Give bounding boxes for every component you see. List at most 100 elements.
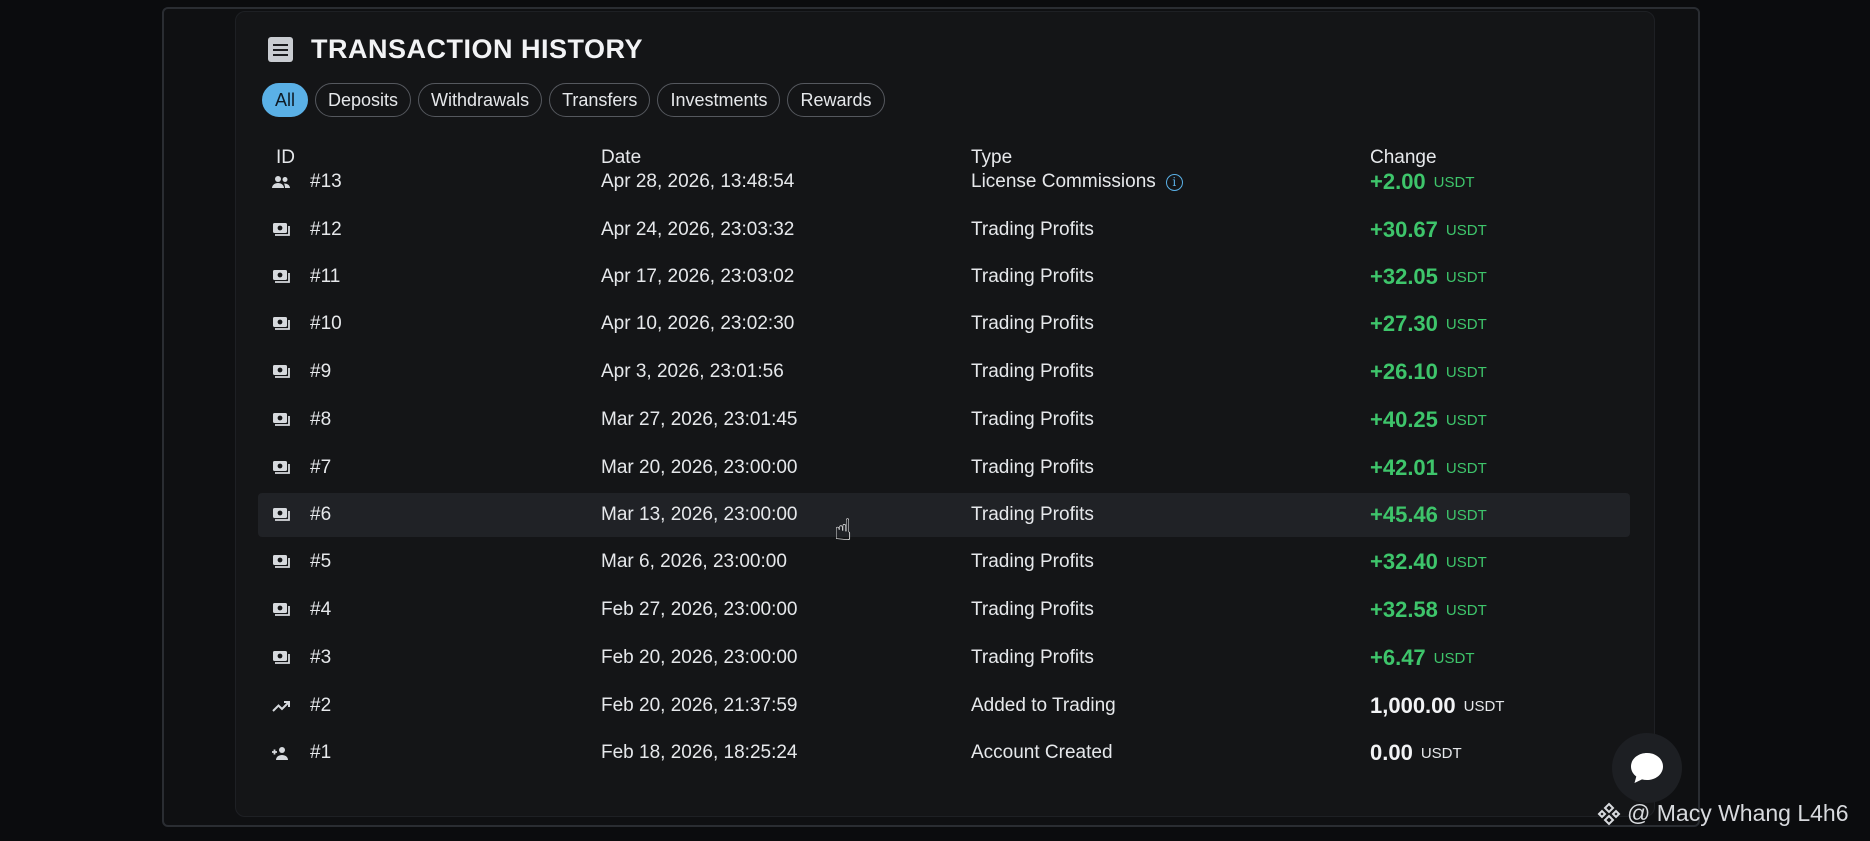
transaction-type-cell: Trading Profits (971, 446, 1094, 490)
change-unit: USDT (1445, 553, 1487, 571)
table-row[interactable]: #4 Feb 27, 2026, 23:00:00 Trading Profits +… (258, 588, 1630, 632)
cash-icon (272, 636, 292, 680)
table-row[interactable]: #7 Mar 20, 2026, 23:00:00 Trading Profits +… (258, 446, 1630, 490)
transaction-id: #11 (310, 266, 341, 287)
transaction-type: Trading Profits (971, 266, 1094, 287)
filter-tabs: All Deposits Withdrawals Transfers Inves… (262, 83, 885, 117)
change-amount: +30.67 (1370, 217, 1438, 242)
cash-icon (272, 588, 292, 632)
change-amount: +45.46 (1370, 502, 1438, 527)
change-amount: +32.05 (1370, 264, 1438, 289)
change-unit: USDT (1445, 506, 1487, 524)
table-row[interactable]: #9 Apr 3, 2026, 23:01:56 Trading Profits +2… (258, 350, 1630, 394)
filter-all[interactable]: All (262, 83, 309, 117)
transaction-date: Apr 28, 2026, 13:48:54 (601, 171, 795, 192)
change-amount: +32.40 (1370, 549, 1438, 574)
transaction-date: Feb 20, 2026, 21:37:59 (601, 695, 798, 716)
change-amount: +26.10 (1370, 359, 1438, 384)
transaction-id: #8 (310, 409, 332, 430)
transaction-type: License Commissions (971, 171, 1156, 192)
transaction-change: 1,000.00 USDT (1370, 684, 1504, 728)
chat-button[interactable] (1612, 733, 1682, 803)
change-amount: +40.25 (1370, 407, 1438, 432)
filter-transfers[interactable]: Transfers (549, 83, 651, 117)
change-unit: USDT (1433, 649, 1475, 667)
filter-deposits[interactable]: Deposits (315, 83, 412, 117)
transaction-type-cell: Trading Profits (971, 302, 1094, 346)
filter-investments[interactable]: Investments (657, 83, 781, 117)
transaction-change: +27.30 USDT (1370, 302, 1487, 346)
cash-icon (272, 208, 292, 252)
change-amount: +42.01 (1370, 455, 1438, 480)
cash-icon (272, 540, 292, 584)
transaction-change: +32.05 USDT (1370, 255, 1487, 299)
change-unit: USDT (1445, 315, 1487, 333)
cash-icon (272, 493, 292, 537)
transaction-type-cell: Trading Profits (971, 208, 1094, 252)
transaction-change: 0.00 USDT (1370, 731, 1462, 775)
transaction-change: +30.67 USDT (1370, 208, 1487, 252)
watermark: @ Macy Whang L4h6 (1597, 800, 1849, 827)
table-row[interactable]: #6 Mar 13, 2026, 23:00:00 Trading Profits +… (258, 493, 1630, 537)
transaction-date: Apr 3, 2026, 23:01:56 (601, 361, 784, 382)
table-row[interactable]: #5 Mar 6, 2026, 23:00:00 Trading Profits +3… (258, 540, 1630, 584)
transaction-change: +45.46 USDT (1370, 493, 1487, 537)
binance-logo-icon (1597, 802, 1621, 825)
transaction-id: #5 (310, 551, 332, 572)
transaction-type: Added to Trading (971, 695, 1116, 716)
transaction-type: Trading Profits (971, 457, 1094, 478)
change-unit: USDT (1445, 411, 1487, 429)
list-icon (268, 37, 293, 62)
transaction-date: Feb 18, 2026, 18:25:24 (601, 742, 798, 763)
change-unit: USDT (1445, 459, 1487, 477)
table-row[interactable]: #2 Feb 20, 2026, 21:37:59 Added to Trading… (258, 684, 1630, 728)
transaction-change: +32.40 USDT (1370, 540, 1487, 584)
transaction-change: +42.01 USDT (1370, 446, 1487, 490)
transaction-id: #6 (310, 504, 332, 525)
transaction-date: Mar 6, 2026, 23:00:00 (601, 551, 787, 572)
info-icon[interactable]: i (1165, 173, 1183, 191)
change-amount: 1,000.00 (1370, 693, 1456, 718)
table-row[interactable]: #1 Feb 18, 2026, 18:25:24 Account Created 0… (258, 731, 1630, 775)
transaction-change: +6.47 USDT (1370, 636, 1475, 680)
transaction-type-cell: License Commissions i (971, 160, 1183, 204)
transaction-type-cell: Account Created (971, 731, 1113, 775)
transaction-date: Apr 10, 2026, 23:02:30 (601, 313, 795, 334)
watermark-text: @ Macy Whang L4h6 (1627, 800, 1849, 826)
change-unit: USDT (1420, 744, 1462, 762)
transaction-date: Feb 27, 2026, 23:00:00 (601, 599, 798, 620)
table-row[interactable]: #3 Feb 20, 2026, 23:00:00 Trading Profits +… (258, 636, 1630, 680)
transaction-type: Trading Profits (971, 361, 1094, 382)
table-row[interactable]: #11 Apr 17, 2026, 23:03:02 Trading Profits… (258, 255, 1630, 299)
change-unit: USDT (1445, 363, 1487, 381)
cash-icon (272, 255, 292, 299)
transaction-type-cell: Trading Profits (971, 350, 1094, 394)
transaction-change: +2.00 USDT (1370, 160, 1475, 204)
transaction-date: Mar 13, 2026, 23:00:00 (601, 504, 798, 525)
transaction-type: Trading Profits (971, 504, 1094, 525)
change-unit: USDT (1445, 601, 1487, 619)
change-amount: 0.00 (1370, 740, 1413, 765)
transaction-change: +40.25 USDT (1370, 398, 1487, 442)
table-row[interactable]: #10 Apr 10, 2026, 23:02:30 Trading Profits… (258, 302, 1630, 346)
transaction-id: #2 (310, 695, 332, 716)
transaction-type: Trading Profits (971, 599, 1094, 620)
transaction-type-cell: Trading Profits (971, 540, 1094, 584)
change-amount: +27.30 (1370, 311, 1438, 336)
table-row[interactable]: #12 Apr 24, 2026, 23:03:32 Trading Profits… (258, 208, 1630, 252)
transaction-date: Apr 24, 2026, 23:03:32 (601, 219, 795, 240)
transaction-type-cell: Trading Profits (971, 398, 1094, 442)
transaction-change: +26.10 USDT (1370, 350, 1487, 394)
page-title: TRANSACTION HISTORY (311, 34, 644, 64)
filter-rewards[interactable]: Rewards (787, 83, 885, 117)
cash-icon (272, 302, 292, 346)
users-icon (272, 160, 292, 204)
filter-withdrawals[interactable]: Withdrawals (418, 83, 543, 117)
chat-bubble-icon (1631, 753, 1663, 783)
cash-icon (272, 350, 292, 394)
transaction-type-cell: Trading Profits (971, 493, 1094, 537)
table-row[interactable]: #8 Mar 27, 2026, 23:01:45 Trading Profits +… (258, 398, 1630, 442)
table-row[interactable]: #13 Apr 28, 2026, 13:48:54 License Commiss… (258, 160, 1630, 204)
cash-icon (272, 398, 292, 442)
transaction-type: Trading Profits (971, 409, 1094, 430)
